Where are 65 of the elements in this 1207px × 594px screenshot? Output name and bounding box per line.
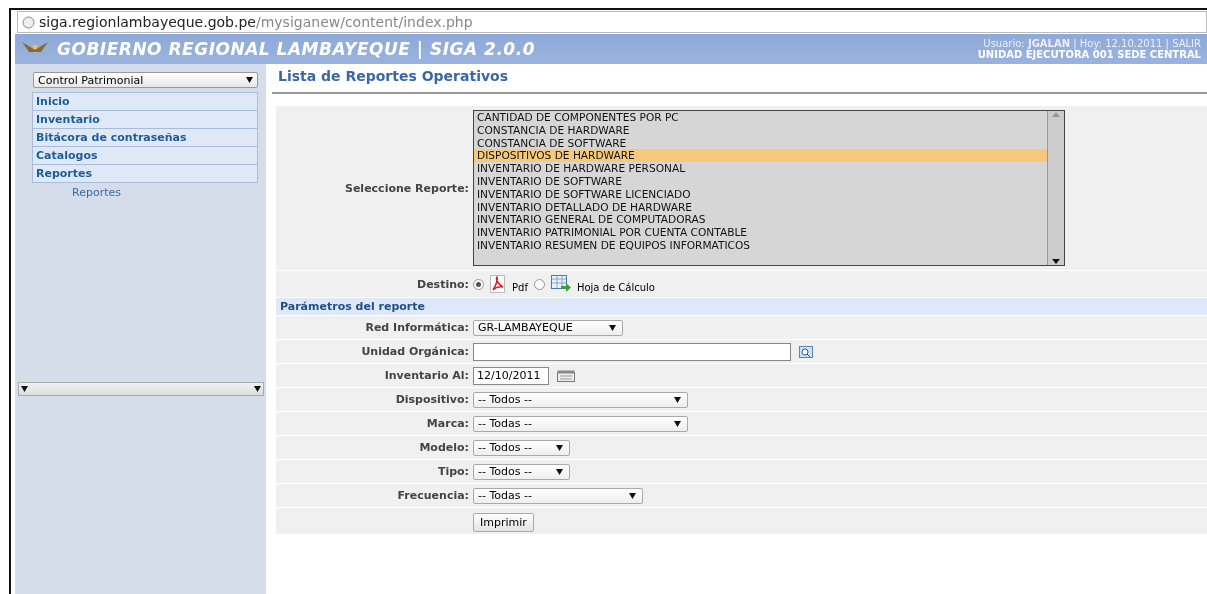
list-option[interactable]: CANTIDAD DE COMPONENTES POR PC bbox=[474, 111, 1047, 124]
list-option[interactable]: INVENTARIO PATRIMONIAL POR CUENTA CONTABLE bbox=[474, 226, 1047, 239]
list-option[interactable]: DISPOSITIVOS DE HARDWARE bbox=[474, 149, 1047, 163]
module-dropdown[interactable]: Control Patrimonial bbox=[33, 72, 258, 88]
field-label: Tipo: bbox=[436, 465, 469, 478]
address-bar[interactable]: siga.regionlambayeque.gob.pe/mysiganew/content/index.php bbox=[17, 11, 1207, 33]
spreadsheet-icon bbox=[550, 275, 571, 293]
option-label: Hoja de Cálculo bbox=[576, 282, 655, 293]
date-field[interactable]: 12/10/2011 bbox=[473, 366, 549, 385]
page-title: Lista de Reportes Operativos bbox=[272, 64, 1207, 94]
field-label: Dispositivo: bbox=[394, 393, 469, 406]
search-icon[interactable] bbox=[799, 345, 813, 358]
list-option[interactable]: INVENTARIO DE SOFTWARE bbox=[474, 175, 1047, 188]
caret-icon bbox=[629, 492, 636, 499]
caret-icon bbox=[674, 420, 681, 427]
field-label: Red Informática: bbox=[364, 321, 469, 334]
field-label: Inventario Al: bbox=[383, 369, 469, 382]
list-option[interactable]: CONSTANCIA DE SOFTWARE bbox=[474, 136, 1047, 150]
scroll-down-arrow-icon[interactable] bbox=[1052, 257, 1060, 265]
field-label: Seleccione Reporte: bbox=[344, 181, 469, 195]
radio-button[interactable] bbox=[533, 278, 545, 290]
caret-icon bbox=[21, 386, 28, 392]
unit-name: UNIDAD EJECUTORA 001 SEDE CENTRAL bbox=[977, 49, 1201, 60]
report-listbox[interactable] bbox=[473, 110, 1065, 266]
caret-icon bbox=[254, 386, 261, 392]
list-option[interactable]: INVENTARIO GENERAL DE COMPUTADORAS bbox=[474, 213, 1047, 227]
field-label: Frecuencia: bbox=[396, 489, 469, 502]
print-button[interactable]: Imprimir bbox=[473, 512, 534, 532]
field-label: Destino: bbox=[416, 277, 469, 291]
horizontal-scrollbar[interactable] bbox=[18, 382, 264, 396]
caret-icon bbox=[556, 444, 563, 451]
field-label: Modelo: bbox=[418, 441, 469, 454]
section-heading: Parámetros del reporte bbox=[276, 298, 1207, 316]
caret-icon bbox=[556, 468, 563, 475]
menu-item[interactable]: Inventario bbox=[32, 111, 258, 129]
dropdown[interactable]: -- Todos -- bbox=[473, 463, 570, 480]
option-label: Pdf bbox=[512, 282, 528, 293]
caret-icon bbox=[609, 324, 616, 331]
radio-button[interactable] bbox=[473, 278, 484, 290]
menu-item[interactable]: Bitácora de contraseñas bbox=[32, 129, 258, 147]
input-field[interactable] bbox=[473, 342, 791, 361]
menu-item[interactable]: Catalogos bbox=[32, 147, 258, 165]
dropdown[interactable]: GR-LAMBAYEQUE bbox=[473, 319, 623, 336]
list-option[interactable]: INVENTARIO DETALLADO DE HARDWARE bbox=[474, 200, 1047, 214]
submenu-item[interactable]: Reportes bbox=[32, 183, 258, 199]
dropdown[interactable]: -- Todos -- bbox=[473, 439, 570, 456]
calendar-icon[interactable] bbox=[557, 369, 575, 382]
app-title: GOBIERNO REGIONAL LAMBAYEQUE | SIGA 2.0.0 bbox=[57, 39, 536, 59]
dropdown[interactable]: -- Todos -- bbox=[473, 391, 688, 408]
dropdown[interactable]: -- Todas -- bbox=[473, 487, 643, 504]
list-option[interactable]: INVENTARIO DE HARDWARE PERSONAL bbox=[474, 162, 1047, 175]
pdf-icon bbox=[490, 275, 506, 293]
list-option[interactable]: CONSTANCIA DE HARDWARE bbox=[474, 123, 1047, 137]
caret-icon bbox=[246, 77, 253, 83]
list-option[interactable]: INVENTARIO RESUMEN DE EQUIPOS INFORMATICOS bbox=[474, 238, 1047, 252]
user-info: Usuario: JGALAN | Hoy: 12.10.2011 | SALIR bbox=[983, 38, 1201, 49]
vertical-scrollbar[interactable] bbox=[1047, 111, 1064, 265]
caret-icon bbox=[674, 396, 681, 403]
globe-icon bbox=[22, 15, 35, 29]
menu-item[interactable]: Reportes bbox=[32, 165, 258, 183]
field-label: Marca: bbox=[425, 417, 469, 430]
list-option[interactable]: INVENTARIO DE SOFTWARE LICENCIADO bbox=[474, 187, 1047, 201]
menu-item[interactable]: Inicio bbox=[32, 92, 258, 111]
field-label: Unidad Orgánica: bbox=[360, 345, 469, 358]
dropdown[interactable]: -- Todas -- bbox=[473, 415, 688, 432]
